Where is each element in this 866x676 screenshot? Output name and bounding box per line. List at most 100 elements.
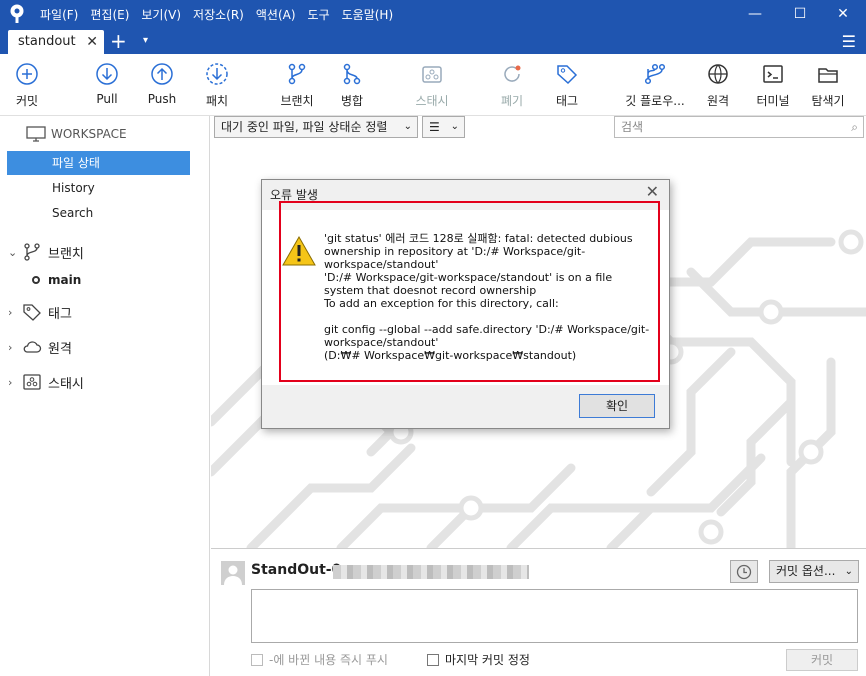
- tag-icon: [557, 65, 578, 85]
- stash-button[interactable]: 스태시: [402, 62, 462, 109]
- search-placeholder: 검색: [621, 120, 644, 134]
- filter-bar: 대기 중인 파일, 파일 상태순 정렬 ⌄ ☰ ⌄ 검색 ⌕: [211, 116, 866, 140]
- terminal-icon: [763, 65, 783, 83]
- branch-label: 브랜치: [280, 94, 314, 108]
- list-icon: ☰: [429, 120, 440, 134]
- tag-label: 태그: [555, 94, 579, 108]
- chevron-down-icon: ⌄: [403, 121, 412, 132]
- hamburger-menu-icon[interactable]: ☰: [842, 32, 856, 51]
- maximize-button[interactable]: ☐: [777, 0, 823, 28]
- menu-edit[interactable]: 편집(E): [90, 6, 129, 23]
- commit-message-input[interactable]: [251, 589, 858, 643]
- folder-icon: [818, 68, 838, 83]
- sort-label: 대기 중인 파일, 파일 상태순 정렬: [221, 120, 388, 134]
- amend-option[interactable]: 마지막 커밋 정정: [427, 651, 530, 668]
- branch-icon: [24, 243, 40, 261]
- commit-panel: StandOut-0 커밋 옵션... ⌄ -에 바뀐 내용 즉시 푸시 마지막…: [211, 548, 866, 676]
- branch-button[interactable]: 브랜치: [267, 62, 327, 109]
- menu-view[interactable]: 보기(V): [141, 6, 181, 23]
- branches-label: 브랜치: [48, 246, 84, 262]
- sidebar-item-file-status[interactable]: 파일 상태: [7, 151, 190, 175]
- sidebar-section-branches[interactable]: ⌄ 브랜치: [8, 240, 203, 264]
- push-now-label: -에 바뀐 내용 즉시 푸시: [269, 653, 388, 667]
- discard-button[interactable]: 폐기: [482, 62, 542, 109]
- merge-icon: [343, 63, 361, 85]
- chevron-down-icon: ⌄: [450, 121, 459, 132]
- clock-icon: [736, 564, 752, 580]
- remote-button[interactable]: 원격: [688, 62, 748, 109]
- tab-close-icon[interactable]: ✕: [86, 30, 98, 54]
- tab-standout[interactable]: standout ✕: [8, 30, 104, 54]
- commit-plus-icon: [16, 63, 38, 85]
- push-label: Push: [147, 92, 177, 106]
- avatar-icon: [221, 561, 245, 585]
- pull-label: Pull: [96, 92, 118, 106]
- sidebar-section-remotes[interactable]: › 원격: [8, 335, 203, 359]
- discard-icon: [504, 65, 521, 82]
- branch-main-label: main: [48, 273, 82, 287]
- commit-label: 커밋: [15, 94, 39, 108]
- workspace-header[interactable]: WORKSPACE: [26, 126, 127, 142]
- remotes-label: 원격: [48, 341, 72, 357]
- git-flow-icon: [644, 63, 666, 85]
- commit-button[interactable]: 커밋: [0, 62, 57, 109]
- push-now-checkbox[interactable]: [251, 653, 263, 666]
- stash-label: 스태시: [415, 94, 449, 108]
- chevron-right-icon: ›: [8, 340, 13, 354]
- menu-help[interactable]: 도움말(H): [342, 6, 394, 23]
- menu-tools[interactable]: 도구: [308, 6, 330, 23]
- push-button[interactable]: Push: [132, 62, 192, 106]
- sidebar-item-search[interactable]: Search: [7, 201, 190, 225]
- current-branch-icon: [22, 276, 48, 284]
- sidebar: WORKSPACE 파일 상태 History Search ⌄ 브랜치 mai…: [0, 116, 210, 676]
- merge-button[interactable]: 병합: [322, 62, 382, 109]
- minimize-button[interactable]: —: [732, 0, 778, 28]
- add-tab-button[interactable]: +: [110, 28, 127, 54]
- pull-button[interactable]: Pull: [77, 62, 137, 106]
- git-flow-button[interactable]: 깃 플로우...: [618, 62, 692, 109]
- tab-label: standout: [18, 34, 76, 49]
- git-flow-label: 깃 플로우...: [625, 94, 685, 108]
- menu-file[interactable]: 파일(F): [40, 6, 78, 23]
- globe-icon: [708, 64, 728, 84]
- sidebar-section-tags[interactable]: › 태그: [8, 300, 203, 324]
- menu-repository[interactable]: 저장소(R): [193, 6, 244, 23]
- sidebar-item-branch-main[interactable]: main: [8, 268, 203, 292]
- stash-icon: [422, 66, 442, 83]
- merge-label: 병합: [340, 94, 364, 108]
- sidebar-section-stashes[interactable]: › 스태시: [8, 370, 203, 394]
- monitor-icon: [26, 126, 46, 142]
- sort-dropdown[interactable]: 대기 중인 파일, 파일 상태순 정렬 ⌄: [214, 116, 418, 138]
- explorer-button[interactable]: 탐색기: [798, 62, 858, 109]
- view-mode-dropdown[interactable]: ☰ ⌄: [422, 116, 465, 138]
- tab-dropdown-icon[interactable]: ▾: [143, 28, 148, 54]
- tags-label: 태그: [48, 306, 72, 322]
- chevron-right-icon: ›: [8, 305, 13, 319]
- author-email-blurred: [333, 565, 529, 579]
- workspace-label: WORKSPACE: [51, 127, 127, 141]
- push-now-option[interactable]: -에 바뀐 내용 즉시 푸시: [251, 651, 388, 668]
- commit-options-dropdown[interactable]: 커밋 옵션... ⌄: [769, 560, 859, 583]
- tag-icon: [23, 304, 41, 321]
- search-input[interactable]: 검색 ⌕: [614, 116, 864, 138]
- chevron-down-icon: ⌄: [8, 245, 18, 259]
- search-icon: ⌕: [851, 120, 858, 134]
- toolbar: 커밋 Pull Push 패치 브랜치 병합 스태시 폐기 태그 깃 플로우..…: [0, 54, 866, 116]
- explorer-label: 탐색기: [811, 94, 845, 108]
- sourcetree-logo-icon[interactable]: [8, 4, 26, 24]
- amend-checkbox[interactable]: [427, 653, 439, 666]
- menu-actions[interactable]: 액션(A): [256, 6, 296, 23]
- ok-button[interactable]: 확인: [579, 394, 655, 418]
- close-window-button[interactable]: ✕: [820, 0, 866, 28]
- menu-bar: 파일(F) 편집(E) 보기(V) 저장소(R) 액션(A) 도구 도움말(H): [40, 0, 405, 28]
- terminal-label: 터미널: [756, 94, 790, 108]
- patch-button[interactable]: 패치: [187, 62, 247, 109]
- amend-label: 마지막 커밋 정정: [445, 653, 530, 667]
- sidebar-item-history[interactable]: History: [7, 176, 190, 200]
- tag-button[interactable]: 태그: [537, 62, 597, 109]
- dialog-close-icon[interactable]: ✕: [646, 182, 659, 201]
- history-clock-button[interactable]: [730, 560, 758, 583]
- commit-submit-button[interactable]: 커밋: [786, 649, 858, 671]
- terminal-button[interactable]: 터미널: [743, 62, 803, 109]
- cloud-icon: [23, 341, 42, 353]
